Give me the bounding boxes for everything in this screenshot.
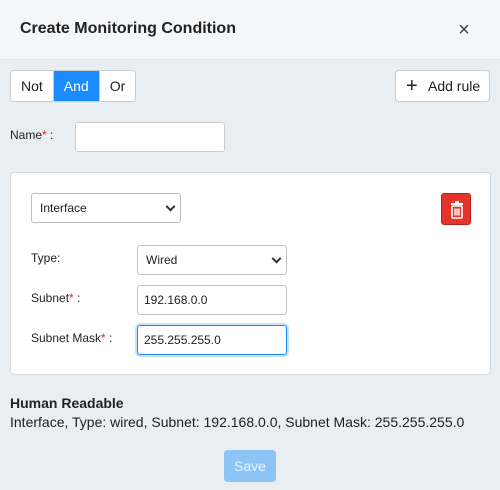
human-readable-title: Human Readable: [10, 395, 124, 411]
chevron-down-icon: [165, 201, 176, 212]
plus-icon: +: [406, 75, 418, 97]
name-label-colon: :: [46, 128, 54, 142]
dialog-title: Create Monitoring Condition: [20, 20, 236, 37]
logic-operator-group: Not And Or: [10, 70, 137, 102]
close-icon[interactable]: ×: [452, 18, 476, 42]
condition-type-value: Interface: [40, 201, 87, 215]
subnet-mask-label-colon: :: [105, 331, 113, 345]
add-rule-button[interactable]: + Add rule: [395, 70, 490, 102]
subnet-label-text: Subnet: [31, 291, 70, 305]
type-label: Type:: [31, 251, 61, 265]
add-rule-label: Add rule: [428, 78, 481, 94]
subnet-input[interactable]: 192.168.0.0: [137, 285, 287, 315]
logic-or-button[interactable]: Or: [99, 71, 136, 101]
subnet-mask-input[interactable]: 255.255.255.0: [137, 325, 287, 355]
delete-rule-button[interactable]: [441, 193, 471, 225]
subnet-label-colon: :: [73, 291, 81, 305]
subnet-mask-label: Subnet Mask* :: [31, 331, 112, 345]
type-value: Wired: [146, 253, 178, 267]
name-input[interactable]: [75, 122, 225, 152]
rule-card: Interface Type: Wired Subnet* : 192.168.…: [10, 172, 491, 375]
save-button[interactable]: Save: [224, 450, 276, 482]
subnet-mask-label-text: Subnet Mask: [31, 331, 102, 345]
condition-type-select[interactable]: Interface: [31, 193, 181, 223]
logic-and-button[interactable]: And: [53, 71, 100, 101]
trash-icon: [451, 201, 463, 219]
human-readable-text: Interface, Type: wired, Subnet: 192.168.…: [10, 414, 465, 430]
subnet-label: Subnet* :: [31, 291, 80, 305]
name-label: Name* :: [10, 128, 53, 142]
type-select[interactable]: Wired: [137, 245, 287, 275]
name-label-text: Name: [10, 128, 43, 142]
chevron-down-icon: [271, 253, 282, 264]
logic-not-button[interactable]: Not: [11, 71, 54, 101]
dialog-header: Create Monitoring Condition ×: [0, 0, 500, 60]
